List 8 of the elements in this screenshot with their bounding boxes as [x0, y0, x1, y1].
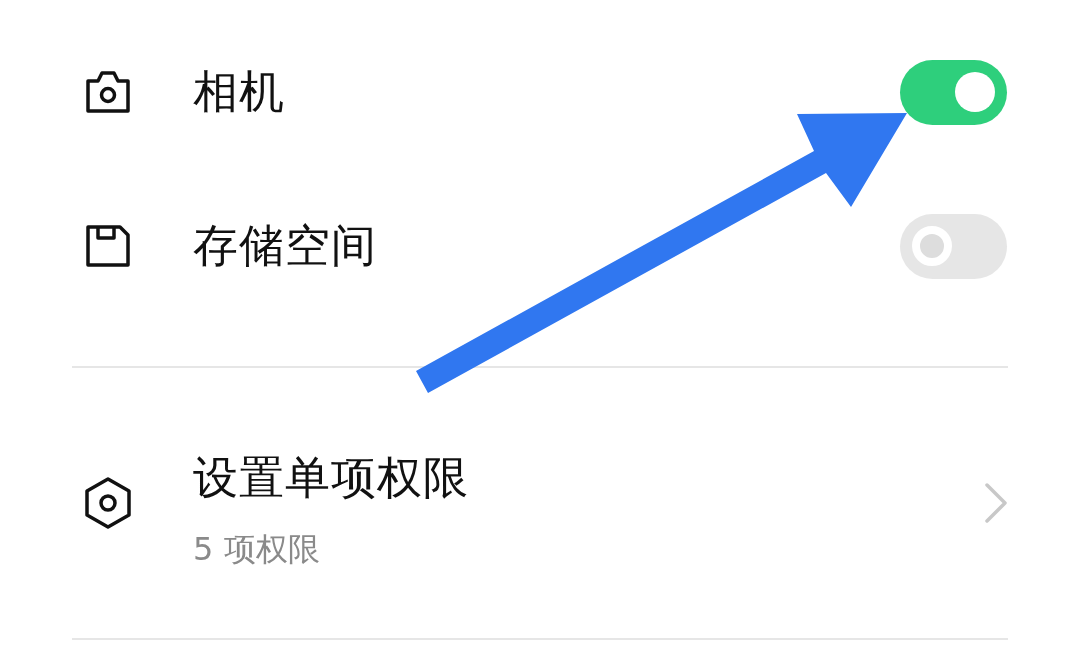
permission-label: 存储空间 — [193, 218, 377, 274]
permission-label: 相机 — [193, 64, 285, 120]
chevron-right-icon — [984, 482, 1008, 524]
hexagon-nut-icon — [84, 477, 132, 529]
camera-icon — [84, 69, 132, 115]
settings-item-title[interactable]: 设置单项权限 — [193, 448, 469, 508]
toggle-switch[interactable] — [900, 59, 1007, 125]
settings-item-subtitle: 5 项权限 — [193, 529, 320, 570]
